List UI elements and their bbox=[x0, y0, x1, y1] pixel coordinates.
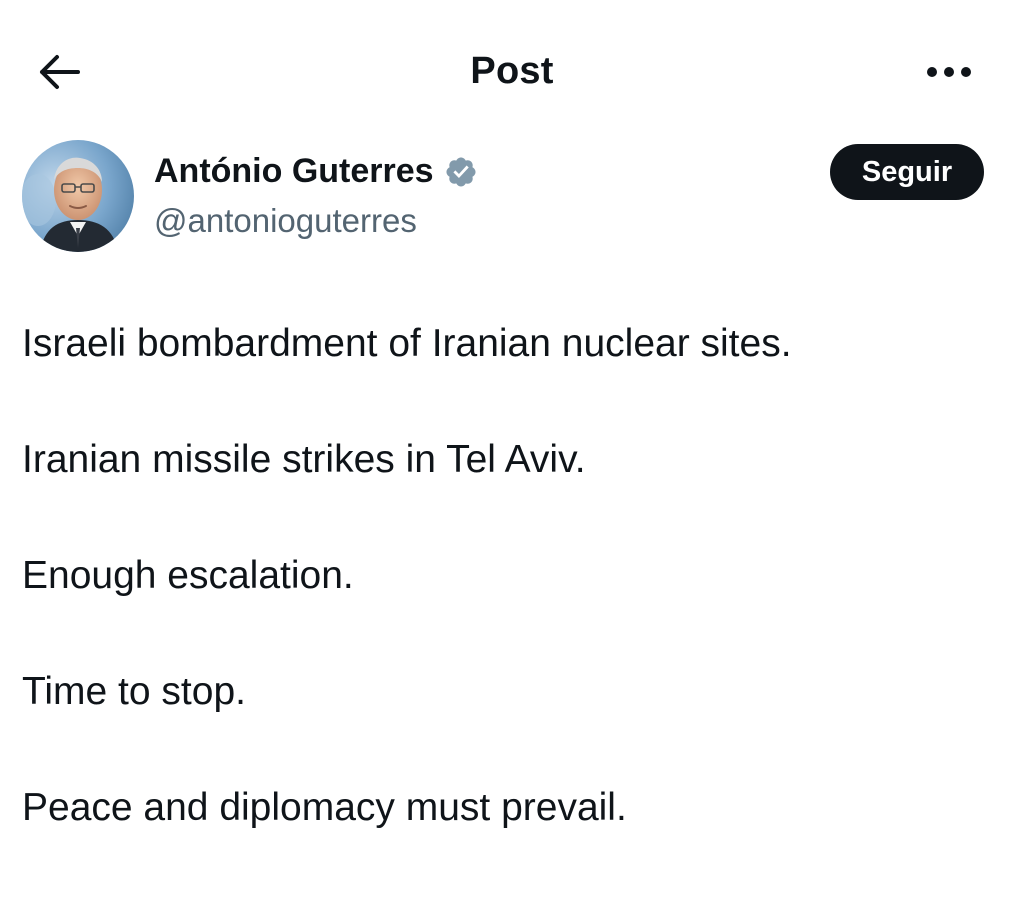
post-body: Israeli bombardment of Iranian nuclear s… bbox=[22, 318, 1002, 898]
verified-badge-icon bbox=[446, 156, 476, 187]
post-paragraph: Time to stop. bbox=[22, 670, 246, 713]
top-navigation-bar: Post bbox=[0, 0, 1024, 140]
post-author: António Guterres @antonioguterres Seguir bbox=[0, 138, 1024, 258]
author-handle[interactable]: @antonioguterres bbox=[154, 202, 417, 240]
avatar[interactable] bbox=[22, 140, 134, 252]
profile-photo bbox=[22, 140, 134, 252]
post-paragraph: Peace and diplomacy must prevail. bbox=[22, 786, 627, 829]
follow-button[interactable]: Seguir bbox=[830, 144, 984, 200]
more-horizontal-icon bbox=[927, 67, 971, 77]
more-options-button[interactable] bbox=[924, 52, 974, 92]
post-paragraph: Iranian missile strikes in Tel Aviv. bbox=[22, 438, 586, 481]
author-name[interactable]: António Guterres bbox=[154, 152, 434, 191]
post-paragraph: Israeli bombardment of Iranian nuclear s… bbox=[22, 322, 792, 365]
page-title: Post bbox=[470, 50, 554, 92]
post-paragraph: Enough escalation. bbox=[22, 554, 354, 597]
author-name-row: António Guterres bbox=[154, 152, 478, 191]
